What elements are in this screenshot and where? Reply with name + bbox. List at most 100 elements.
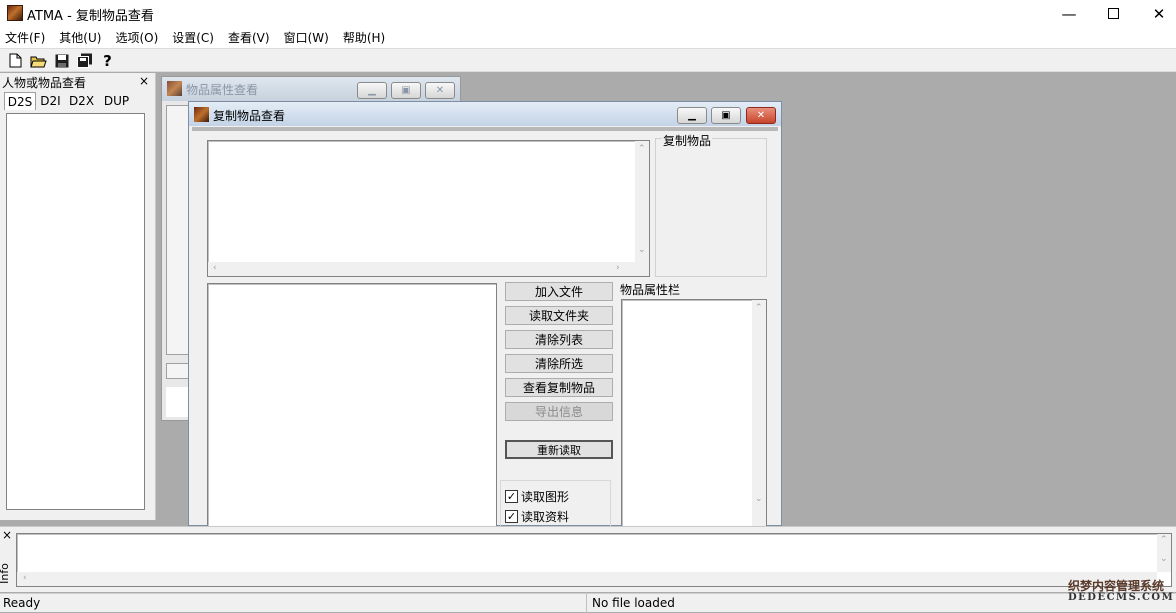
read-data-option[interactable]: ✓ 读取资料 xyxy=(505,508,569,525)
dup-top-vscroll[interactable]: ⌃ ⌄ xyxy=(635,141,649,263)
info-output[interactable]: ⌃ ⌄ ‹ xyxy=(16,533,1172,587)
status-bar: Ready No file loaded xyxy=(0,593,1176,613)
tab-d2s[interactable]: D2S xyxy=(4,92,36,110)
scroll-down-icon: ⌄ xyxy=(638,245,646,255)
save-all-button[interactable] xyxy=(75,52,94,69)
scroll-up-icon: ⌃ xyxy=(1160,535,1168,545)
close-button[interactable]: ✕ xyxy=(1136,0,1176,27)
new-file-icon xyxy=(9,53,22,68)
tab-d2x[interactable]: D2X xyxy=(66,92,97,110)
close-icon: ✕ xyxy=(756,110,766,121)
read-graphics-label: 读取图形 xyxy=(521,490,570,504)
minimize-icon: ▁ xyxy=(688,110,696,121)
scroll-left-icon: ‹ xyxy=(23,573,27,583)
info-panel: × Info ⌃ ⌄ ‹ xyxy=(0,526,1176,592)
open-button[interactable] xyxy=(29,52,48,69)
file-status: No file loaded xyxy=(592,596,675,610)
dup-restore-button[interactable]: ▣ xyxy=(711,107,741,124)
menu-file[interactable]: 文件(F) xyxy=(5,29,45,46)
toolbar: ? xyxy=(0,48,1176,72)
scroll-left-icon: ‹ xyxy=(213,263,217,273)
dock-close-button[interactable]: × xyxy=(139,74,151,88)
maximize-button[interactable] xyxy=(1090,0,1136,27)
duplicate-items-window[interactable]: 复制物品查看 ▁ ▣ ✕ ⌃ ⌄ ‹ › 复制物品 加入文件 读取文件夹 清除列… xyxy=(188,101,782,530)
clear-list-button[interactable]: 清除列表 xyxy=(505,330,613,349)
dup-close-button[interactable]: ✕ xyxy=(746,107,776,124)
dup-window-title: 复制物品查看 xyxy=(213,109,286,123)
read-data-label: 读取资料 xyxy=(521,510,570,524)
info-hscroll[interactable]: ‹ xyxy=(17,572,1157,586)
export-info-button[interactable]: 导出信息 xyxy=(505,402,613,421)
reload-button[interactable]: 重新读取 xyxy=(505,440,613,459)
close-icon: ✕ xyxy=(1152,4,1166,23)
scroll-up-icon: ⌃ xyxy=(755,303,763,313)
checkbox-checked-icon[interactable]: ✓ xyxy=(505,510,518,523)
props-control-edge xyxy=(166,363,190,379)
left-dock-panel: 人物或物品查看 × D2S D2I D2X DUP xyxy=(0,73,156,520)
app-icon xyxy=(7,5,23,21)
props-window-title: 物品属性查看 xyxy=(186,83,259,97)
menu-settings[interactable]: 设置(C) xyxy=(172,29,214,46)
props-window-icon xyxy=(167,81,182,96)
restore-icon: ▣ xyxy=(721,110,731,121)
maximize-icon xyxy=(1107,8,1119,19)
minimize-button[interactable]: — xyxy=(1046,0,1092,27)
dup-minimize-button[interactable]: ▁ xyxy=(677,107,707,124)
status-text: Ready xyxy=(3,596,41,610)
dup-top-list[interactable]: ⌃ ⌄ ‹ › xyxy=(207,140,650,277)
dup-file-list[interactable] xyxy=(207,283,497,528)
save-icon xyxy=(55,54,68,67)
read-graphics-option[interactable]: ✓ 读取图形 xyxy=(505,488,569,505)
dup-window-icon xyxy=(194,107,209,122)
dup-title-bar: 复制物品查看 ▁ ▣ ✕ xyxy=(189,102,781,126)
clear-selected-button[interactable]: 清除所选 xyxy=(505,354,613,373)
add-file-button[interactable]: 加入文件 xyxy=(505,282,613,301)
attribute-pane[interactable]: ⌃ ⌄ xyxy=(621,299,767,527)
new-button[interactable] xyxy=(6,52,25,69)
props-title-bar: 物品属性查看 ▁ ▣ ✕ xyxy=(162,77,460,101)
attribute-vscroll[interactable]: ⌃ ⌄ xyxy=(752,300,766,526)
dup-items-group xyxy=(655,138,767,277)
title-bar: ATMA - 复制物品查看 — ✕ xyxy=(0,0,1176,27)
menu-options[interactable]: 选项(O) xyxy=(115,29,158,46)
help-button[interactable]: ? xyxy=(98,51,117,70)
restore-icon: ▣ xyxy=(401,85,411,96)
view-duplicates-button[interactable]: 查看复制物品 xyxy=(505,378,613,397)
scroll-down-icon: ⌄ xyxy=(755,494,763,504)
minimize-icon: — xyxy=(1061,4,1077,23)
info-close-button[interactable]: × xyxy=(2,528,12,542)
info-vscroll[interactable]: ⌃ ⌄ xyxy=(1157,534,1171,572)
minimize-icon: ▁ xyxy=(368,85,376,96)
dup-top-hscroll[interactable]: ‹ › xyxy=(208,262,649,276)
scroll-down-icon: ⌄ xyxy=(1160,554,1168,564)
menu-other[interactable]: 其他(U) xyxy=(59,29,101,46)
checkbox-checked-icon[interactable]: ✓ xyxy=(505,490,518,503)
close-icon: ✕ xyxy=(435,85,445,96)
save-all-icon xyxy=(76,53,92,68)
menu-help[interactable]: 帮助(H) xyxy=(343,29,385,46)
props-minimize-button[interactable]: ▁ xyxy=(357,82,387,99)
window-title: ATMA - 复制物品查看 xyxy=(27,9,154,24)
scroll-right-icon: › xyxy=(616,263,620,273)
dock-title: 人物或物品查看 xyxy=(2,74,137,90)
menu-bar: 文件(F) 其他(U) 选项(O) 设置(C) 查看(V) 窗口(W) 帮助(H… xyxy=(0,27,1176,48)
tab-dup[interactable]: DUP xyxy=(99,92,134,110)
file-tree[interactable] xyxy=(6,113,145,510)
attribute-label: 物品属性栏 xyxy=(620,283,681,297)
props-close-button[interactable]: ✕ xyxy=(425,82,455,99)
props-panel-edge xyxy=(166,105,190,355)
props-restore-button[interactable]: ▣ xyxy=(391,82,421,99)
open-folder-icon xyxy=(30,56,47,67)
scroll-up-icon: ⌃ xyxy=(638,144,646,154)
save-button[interactable] xyxy=(52,52,71,69)
read-folder-button[interactable]: 读取文件夹 xyxy=(505,306,613,325)
dup-items-label: 复制物品 xyxy=(662,132,713,149)
status-divider xyxy=(586,594,587,613)
menu-view[interactable]: 查看(V) xyxy=(228,29,270,46)
menu-window[interactable]: 窗口(W) xyxy=(284,29,329,46)
info-label: Info xyxy=(0,563,11,584)
help-icon: ? xyxy=(103,51,112,70)
tab-d2i[interactable]: D2I xyxy=(37,92,64,110)
dup-top-divider xyxy=(192,127,778,131)
props-lower-area xyxy=(166,387,190,417)
